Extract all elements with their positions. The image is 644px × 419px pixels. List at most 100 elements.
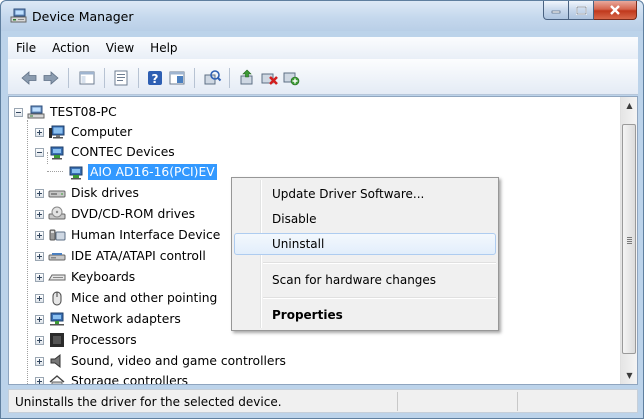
tree-item-storage-controllers[interactable]: Storage controllers [35,371,188,384]
caption-buttons [543,1,637,21]
tree-item-computer[interactable]: Computer [35,122,132,142]
expand-icon[interactable] [35,293,44,303]
scroll-up-arrow-icon[interactable]: ▲ [621,97,637,114]
contec-device-icon [69,166,83,180]
menu-item-uninstall[interactable]: Uninstall [234,233,496,255]
scroll-down-arrow-icon[interactable]: ▼ [621,367,637,384]
tree-item-label: Disk drives [71,186,139,200]
help-icon[interactable]: ? [145,68,165,88]
back-icon[interactable] [19,68,39,88]
show-hide-console-tree-icon[interactable] [77,68,97,88]
expand-icon[interactable] [35,209,44,219]
disable-icon[interactable] [281,68,301,88]
menu-item-properties[interactable]: Properties [234,304,496,326]
keyboard-icon [48,274,66,281]
tree-item-label: Sound, video and game controllers [71,354,286,368]
tree-item-disk-drives[interactable]: Disk drives [35,183,139,203]
menu-item-disable[interactable]: Disable [234,208,496,230]
menu-item-update-driver[interactable]: Update Driver Software... [234,183,496,205]
tree-item-label: Keyboards [71,270,136,284]
maximize-icon [575,5,587,15]
tree-item-contec-devices[interactable]: CONTEC Devices [35,142,175,162]
hid-icon [49,229,66,241]
update-driver-icon[interactable] [237,68,257,88]
tree-item-label: Human Interface Device [71,228,221,242]
minimize-button[interactable] [543,1,569,20]
dvd-drive-icon [48,206,66,220]
disk-drive-icon [48,190,66,198]
title-bar[interactable]: Device Manager [1,1,643,31]
svg-text:?: ? [152,72,159,86]
toolbar-separator [104,68,105,88]
tree-item-label: Storage controllers [71,374,189,384]
storage-controller-icon [49,375,65,384]
contec-device-icon [50,146,64,160]
tree-item-aio-ad16[interactable]: AIO AD16-16(PCI)EV [67,162,217,182]
scan-hardware-icon[interactable] [202,68,222,88]
tree-root[interactable]: TEST08-PC [14,102,117,122]
close-button[interactable] [594,1,637,20]
menu-help[interactable]: Help [142,37,185,59]
ide-controller-icon [48,253,66,261]
mouse-icon [52,291,62,306]
status-bar: Uninstalls the driver for the selected d… [8,389,638,413]
grip-icon [627,237,632,245]
maximize-button[interactable] [569,1,594,20]
tree-item-dvd-drives[interactable]: DVD/CD-ROM drives [35,204,195,224]
properties-icon[interactable] [111,68,131,88]
status-divider [397,392,398,411]
tree-item-keyboards[interactable]: Keyboards [35,267,135,287]
expand-icon[interactable] [35,251,44,261]
status-divider [517,392,518,411]
tree-item-ide-controllers[interactable]: IDE ATA/ATAPI controll [35,246,206,266]
menu-view[interactable]: View [98,37,142,59]
tree-item-network-adapters[interactable]: Network adapters [35,309,181,329]
tree-item-mice[interactable]: Mice and other pointing [35,288,217,308]
menu-separator [263,297,496,299]
scrollbar-thumb[interactable] [622,124,636,354]
tree-root-label: TEST08-PC [50,105,117,119]
tree-item-label: Computer [71,125,133,139]
uninstall-icon[interactable] [259,68,279,88]
menu-item-scan-hardware[interactable]: Scan for hardware changes [234,269,496,291]
device-manager-icon [10,8,27,23]
menu-file[interactable]: File [8,37,44,59]
tree-item-sound-video[interactable]: Sound, video and game controllers [35,351,286,371]
toolbar: ? [8,59,638,95]
expand-icon[interactable] [35,127,44,137]
menu-action[interactable]: Action [44,37,98,59]
menu-separator [263,262,496,264]
vertical-scrollbar[interactable]: ▲ ▼ [620,97,637,384]
computer-pc-icon [27,105,45,119]
close-icon [610,5,620,15]
expand-icon[interactable] [35,376,44,384]
collapse-icon[interactable] [14,107,23,117]
tree-item-human-interface-devices[interactable]: Human Interface Device [35,225,220,245]
toolbar-separator [68,68,69,88]
expand-icon[interactable] [35,230,44,240]
forward-icon[interactable] [41,68,61,88]
computer-icon [49,125,65,139]
context-menu: Update Driver Software... Disable Uninst… [231,177,499,331]
expand-icon[interactable] [35,188,44,198]
window-title: Device Manager [32,9,134,24]
expand-icon[interactable] [35,335,44,345]
network-adapter-icon [50,312,64,326]
menu-bar: File Action View Help [8,37,638,59]
tree-item-label: Mice and other pointing [71,291,218,305]
tree-item-label: CONTEC Devices [71,145,175,159]
expand-icon[interactable] [35,272,44,282]
expand-icon[interactable] [35,356,44,366]
view-icon[interactable] [167,68,187,88]
tree-item-label: IDE ATA/ATAPI controll [71,249,206,263]
tree-connector [27,120,28,384]
collapse-icon[interactable] [35,147,44,157]
tree-item-label: Network adapters [71,312,181,326]
toolbar-separator [194,68,195,88]
toolbar-separator [138,68,139,88]
tree-connector [47,171,63,172]
toolbar-separator [229,68,230,88]
expand-icon[interactable] [35,314,44,324]
tree-item-processors[interactable]: Processors [35,330,137,350]
processor-icon [50,333,64,347]
